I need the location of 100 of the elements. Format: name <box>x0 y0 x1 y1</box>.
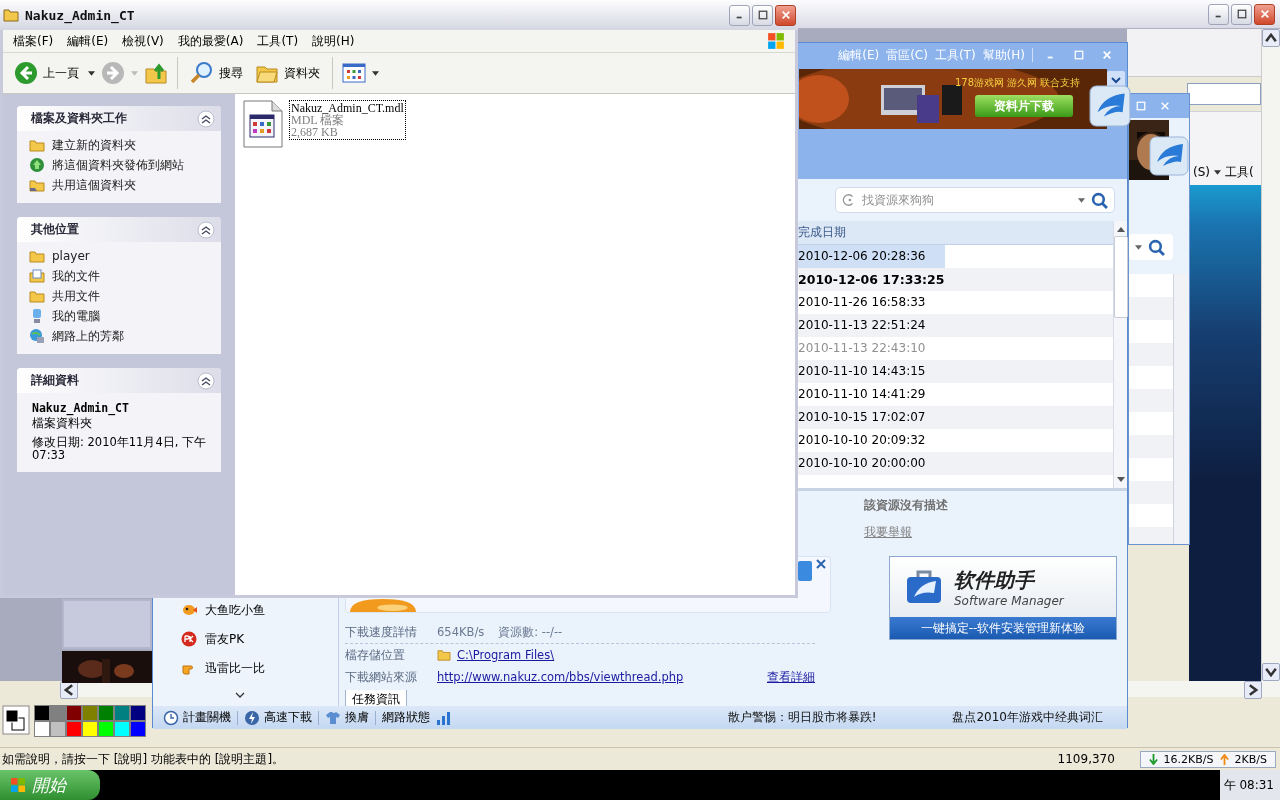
file-name: Nakuz_Admin_CT.mdl <box>291 102 404 114</box>
color-swatch[interactable] <box>66 721 82 737</box>
search-field[interactable]: 找資源來狗狗 <box>835 187 1115 213</box>
list-row[interactable]: 2010-12-06 17:33:25 <box>798 268 965 291</box>
close-button[interactable] <box>775 4 796 26</box>
scroll-left-icon[interactable] <box>60 681 78 699</box>
search-field[interactable] <box>1129 234 1173 260</box>
lightning-icon <box>244 709 260 726</box>
ad-tagline: 一键搞定--软件安装管理新体验 <box>890 617 1116 639</box>
status-button[interactable]: 換膚 <box>325 709 369 726</box>
list-row[interactable]: 2010-11-10 14:41:29 <box>798 383 946 406</box>
color-swatch[interactable] <box>66 705 82 721</box>
list-row[interactable]: 2010-11-26 16:58:33 <box>798 291 946 314</box>
sidebar-item[interactable]: 雷友PK <box>181 630 338 648</box>
list-row[interactable]: 2010-10-10 20:09:32 <box>798 429 946 452</box>
close-button[interactable] <box>816 559 828 571</box>
menu-item[interactable]: 說明(H) <box>312 32 355 50</box>
chevron-down-icon[interactable] <box>235 692 245 698</box>
sidebar-item[interactable]: 迅雷比一比 <box>181 659 338 677</box>
toolbar-menu[interactable]: 工具( <box>1225 163 1254 181</box>
list-row[interactable]: 2010-10-15 17:02:07 <box>798 406 946 429</box>
color-swatch[interactable] <box>50 721 66 737</box>
panel-header[interactable]: 檔案及資料夾工作 <box>17 106 221 131</box>
list-row[interactable]: 2010-12-06 20:28:36 <box>798 245 946 268</box>
scroll-up-icon[interactable] <box>1116 227 1125 232</box>
color-swatch[interactable] <box>114 721 130 737</box>
maximize-button[interactable] <box>752 4 773 26</box>
scrollbar[interactable] <box>1261 29 1280 681</box>
source-link[interactable]: http://www.nakuz.com/bbs/viewthread.php <box>437 670 684 684</box>
task-link[interactable]: 網路上的芳鄰 <box>52 327 124 345</box>
scrollbar-thumb[interactable] <box>1113 236 1128 318</box>
task-link[interactable]: 共用這個資料夾 <box>52 176 136 194</box>
search-field[interactable]: 找資源來狗狗 <box>862 193 1042 207</box>
status-button[interactable]: 高速下載 <box>244 709 312 726</box>
menu-item[interactable]: 工具(T) <box>257 32 299 50</box>
list-row[interactable]: 2010-11-10 14:43:15 <box>798 360 946 383</box>
menu-item[interactable]: 編輯(E) <box>67 32 109 50</box>
color-swatch[interactable] <box>114 705 130 721</box>
sidebar-item[interactable]: 大鱼吃小鱼 <box>181 601 338 619</box>
list-row[interactable]: 2010-11-13 22:51:24 <box>798 314 946 337</box>
menu-item[interactable]: 檢視(V) <box>122 32 164 50</box>
color-swatch[interactable] <box>34 705 50 721</box>
details-link[interactable]: 查看詳細 <box>767 669 815 685</box>
task-link[interactable]: player <box>52 249 90 263</box>
task-link[interactable]: 共用文件 <box>52 287 100 305</box>
color-swatch[interactable] <box>82 721 98 737</box>
scrollbar[interactable] <box>1113 221 1127 488</box>
panel-header[interactable]: 其他位置 <box>17 217 221 242</box>
toolbar-menu[interactable]: (S) <box>1193 165 1210 179</box>
folder-icon <box>29 288 45 304</box>
color-swatch[interactable] <box>130 721 146 737</box>
info-label: 下載速度詳情 <box>345 624 418 640</box>
scroll-down-icon[interactable] <box>1116 477 1125 482</box>
color-swatch[interactable] <box>82 705 98 721</box>
scrollbar[interactable] <box>1173 274 1189 544</box>
menu-item[interactable]: 我的最愛(A) <box>177 32 244 50</box>
collapse-icon[interactable] <box>197 220 215 239</box>
close-icon <box>780 10 791 20</box>
collapse-icon[interactable] <box>197 109 215 128</box>
task-link[interactable]: 我的文件 <box>52 267 100 285</box>
modified-date: 修改日期: 2010年11月4日, 下午 07:33 <box>32 436 208 462</box>
close-button[interactable] <box>1254 3 1275 25</box>
folder-link[interactable]: C:\Program Files\ <box>457 648 555 662</box>
color-swatch[interactable] <box>98 705 114 721</box>
caret-icon[interactable] <box>88 70 95 76</box>
color-swatch[interactable] <box>34 721 50 737</box>
panel-header[interactable]: 詳細資料 <box>17 368 221 393</box>
folder-icon <box>3 7 19 23</box>
task-link[interactable]: 將這個資料夾發佈到網站 <box>52 156 184 174</box>
address-field[interactable] <box>1187 83 1261 105</box>
file-item[interactable]: Nakuz_Admin_CT.mdl MDL 檔案 2,687 KB <box>243 100 787 148</box>
collapse-icon[interactable] <box>197 371 215 390</box>
views-icon[interactable] <box>342 61 366 85</box>
folder-icon <box>29 248 45 264</box>
news-link[interactable]: 盘点2010年游戏中经典词汇 <box>952 709 1103 726</box>
maximize-button[interactable] <box>1231 3 1252 25</box>
scroll-right-icon[interactable] <box>1244 681 1262 699</box>
status-button[interactable]: 網路狀態 <box>382 709 430 726</box>
menu-item[interactable]: 檔案(F) <box>13 32 54 50</box>
search-button[interactable]: 搜尋 <box>187 56 246 90</box>
back-button[interactable]: 上一頁 <box>11 56 82 90</box>
news-link[interactable]: 散户警惕：明日股市将暴跌! <box>727 709 877 726</box>
scroll-down-icon[interactable] <box>1262 663 1280 681</box>
color-swatch[interactable] <box>98 721 114 737</box>
status-button[interactable]: 計畫關機 <box>163 709 231 726</box>
scroll-up-icon[interactable] <box>1262 29 1280 47</box>
folder-up-icon[interactable] <box>144 61 168 85</box>
folders-button[interactable]: 資料夾 <box>252 56 323 90</box>
globe-icon <box>29 157 45 173</box>
column-header[interactable]: 完成日期 <box>798 224 846 241</box>
task-link[interactable]: 建立新的資料夾 <box>52 136 136 154</box>
list-row[interactable]: 2010-10-10 20:00:00 <box>798 452 946 475</box>
color-swatch[interactable] <box>50 705 66 721</box>
ad-card[interactable]: 软件助手 Software Manager 一键搞定--软件安装管理新体验 <box>889 556 1117 640</box>
caret-icon <box>1135 244 1142 250</box>
close-icon <box>816 559 826 569</box>
caret-icon[interactable] <box>372 70 379 76</box>
task-link[interactable]: 我的電腦 <box>52 307 100 325</box>
report-link[interactable]: 我要舉報 <box>864 523 912 541</box>
color-swatch[interactable] <box>130 705 146 721</box>
